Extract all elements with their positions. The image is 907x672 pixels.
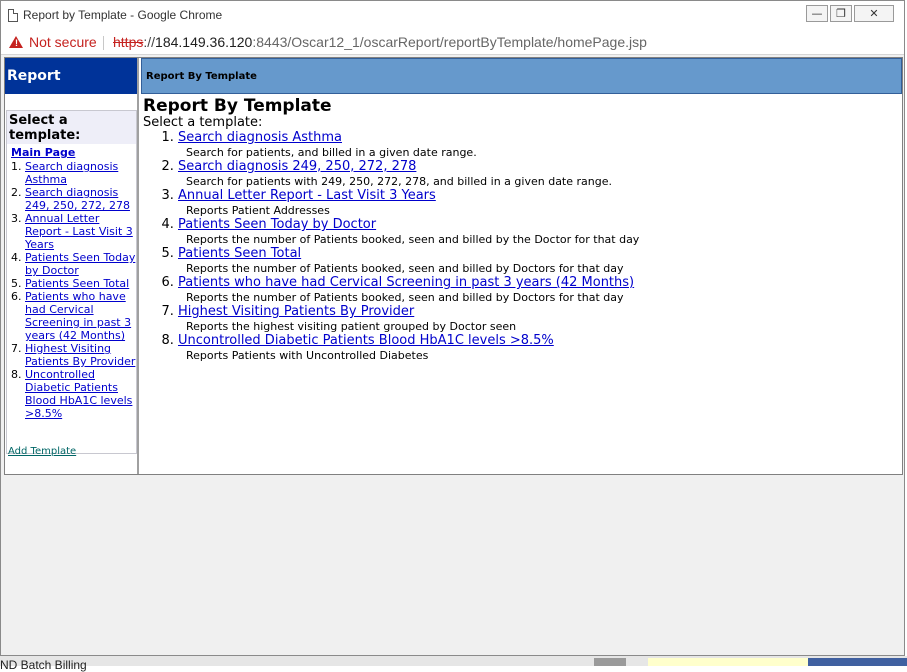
list-item: Search diagnosis AsthmaSearch for patien… bbox=[178, 130, 902, 159]
sidebar-heading: Report bbox=[5, 58, 137, 94]
sidebar-template-link[interactable]: Search diagnosis Asthma bbox=[25, 160, 118, 186]
template-description: Reports Patient Addresses bbox=[186, 204, 330, 217]
url-host: 184.149.36.120 bbox=[155, 34, 253, 50]
url-text[interactable]: https://184.149.36.120:8443/Oscar12_1/os… bbox=[113, 34, 647, 50]
template-description: Search for patients with 249, 250, 272, … bbox=[186, 175, 612, 188]
template-list: Search diagnosis AsthmaSearch for patien… bbox=[141, 130, 902, 362]
list-item: Uncontrolled Diabetic Patients Blood HbA… bbox=[178, 333, 902, 362]
select-template-label: Select a template: bbox=[7, 111, 136, 144]
main-header: Report By Template bbox=[141, 58, 902, 94]
url-path: :8443/Oscar12_1/oscarReport/reportByTemp… bbox=[252, 34, 647, 50]
main-panel: Report By Template Report By Template Se… bbox=[141, 58, 902, 474]
background-block bbox=[648, 658, 808, 666]
background-block bbox=[808, 658, 907, 666]
main-page-link[interactable]: Main Page bbox=[7, 144, 136, 159]
sidebar-template-link[interactable]: Patients Seen Today by Doctor bbox=[25, 251, 135, 277]
list-item: Highest Visiting Patients By ProviderRep… bbox=[178, 304, 902, 333]
browser-window: Report by Template - Google Chrome — ❐ ✕… bbox=[0, 0, 905, 656]
close-icon: ✕ bbox=[869, 7, 879, 20]
template-description: Reports the highest visiting patient gro… bbox=[186, 320, 517, 333]
list-item: Patients who have had Cervical Screening… bbox=[178, 275, 902, 304]
template-description: Search for patients, and billed in a giv… bbox=[186, 146, 477, 159]
add-template-link[interactable]: Add Template bbox=[8, 446, 76, 457]
page-subtitle: Select a template: bbox=[143, 115, 263, 130]
minimize-button[interactable]: — bbox=[806, 5, 828, 22]
url-separator: :// bbox=[143, 34, 156, 50]
page-content: Report Select a template: Main Page Sear… bbox=[4, 57, 903, 475]
template-link[interactable]: Highest Visiting Patients By Provider bbox=[178, 304, 414, 319]
template-selector: Select a template: Main Page Search diag… bbox=[6, 110, 137, 454]
title-bar: Report by Template - Google Chrome — ❐ ✕ bbox=[1, 1, 904, 31]
minimize-icon: — bbox=[811, 7, 823, 20]
sidebar-template-link[interactable]: Search diagnosis 249, 250, 272, 278 bbox=[25, 186, 130, 212]
list-item: Highest Visiting Patients By Provider bbox=[25, 342, 136, 368]
restore-icon: ❐ bbox=[836, 7, 846, 20]
list-item: Patients Seen TotalReports the number of… bbox=[178, 246, 902, 275]
background-text: ND Batch Billing bbox=[0, 658, 87, 672]
list-item: Annual Letter Report - Last Visit 3 Year… bbox=[178, 188, 902, 217]
list-item: Annual Letter Report - Last Visit 3 Year… bbox=[25, 212, 136, 251]
page-icon bbox=[8, 9, 18, 22]
restore-button[interactable]: ❐ bbox=[830, 5, 852, 22]
close-button[interactable]: ✕ bbox=[854, 5, 894, 22]
template-link[interactable]: Search diagnosis 249, 250, 272, 278 bbox=[178, 159, 416, 174]
list-item: Uncontrolled Diabetic Patients Blood HbA… bbox=[25, 368, 136, 420]
template-description: Reports the number of Patients booked, s… bbox=[186, 262, 624, 275]
background-block bbox=[594, 658, 626, 666]
sidebar-template-link[interactable]: Annual Letter Report - Last Visit 3 Year… bbox=[25, 212, 133, 251]
template-description: Reports Patients with Uncontrolled Diabe… bbox=[186, 349, 429, 362]
url-scheme: https bbox=[113, 34, 144, 50]
template-description: Reports the number of Patients booked, s… bbox=[186, 291, 624, 304]
sidebar-template-link[interactable]: Highest Visiting Patients By Provider bbox=[25, 342, 135, 368]
list-item: Patients who have had Cervical Screening… bbox=[25, 290, 136, 342]
template-description: Reports the number of Patients booked, s… bbox=[186, 233, 640, 246]
background-window: ND Batch Billing bbox=[0, 656, 907, 672]
template-link[interactable]: Patients Seen Total bbox=[178, 246, 301, 261]
sidebar-template-link[interactable]: Patients Seen Total bbox=[25, 277, 129, 290]
list-item: Patients Seen Today by DoctorReports the… bbox=[178, 217, 902, 246]
address-separator bbox=[103, 36, 104, 50]
template-link[interactable]: Patients Seen Today by Doctor bbox=[178, 217, 376, 232]
sidebar-template-list: Search diagnosis Asthma Search diagnosis… bbox=[7, 160, 136, 420]
list-item: Search diagnosis 249, 250, 272, 278Searc… bbox=[178, 159, 902, 188]
window-controls: — ❐ ✕ bbox=[806, 5, 894, 22]
sidebar-template-link[interactable]: Uncontrolled Diabetic Patients Blood HbA… bbox=[25, 368, 132, 420]
sidebar: Report Select a template: Main Page Sear… bbox=[5, 58, 139, 474]
warning-mark: ! bbox=[15, 38, 18, 48]
security-label[interactable]: Not secure bbox=[29, 34, 97, 50]
template-link[interactable]: Annual Letter Report - Last Visit 3 Year… bbox=[178, 188, 436, 203]
page-title: Report By Template bbox=[143, 96, 332, 116]
list-item: Search diagnosis Asthma bbox=[25, 160, 136, 186]
template-link[interactable]: Uncontrolled Diabetic Patients Blood HbA… bbox=[178, 333, 554, 348]
sidebar-template-link[interactable]: Patients who have had Cervical Screening… bbox=[25, 290, 131, 342]
template-link[interactable]: Patients who have had Cervical Screening… bbox=[178, 275, 634, 290]
list-item: Patients Seen Today by Doctor bbox=[25, 251, 136, 277]
template-link[interactable]: Search diagnosis Asthma bbox=[178, 130, 342, 145]
window-title: Report by Template - Google Chrome bbox=[23, 8, 223, 22]
list-item: Search diagnosis 249, 250, 272, 278 bbox=[25, 186, 136, 212]
address-bar[interactable]: ! Not secure https://184.149.36.120:8443… bbox=[1, 31, 904, 55]
list-item: Patients Seen Total bbox=[25, 277, 136, 290]
